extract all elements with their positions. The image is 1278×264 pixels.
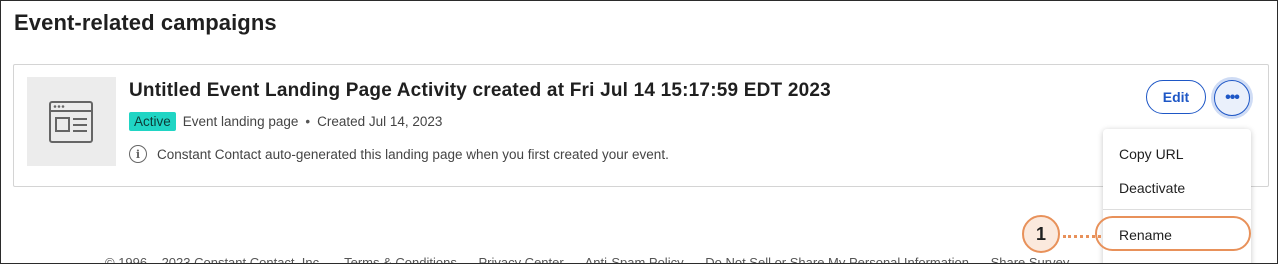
menu-divider [1103, 209, 1251, 210]
page-frame: Event-related campaigns Untitled Event L… [0, 0, 1278, 264]
footer-link-survey[interactable]: Share Survey [991, 255, 1070, 263]
campaign-meta: Active Event landing page • Created Jul … [129, 110, 442, 132]
campaign-type: Event landing page [182, 113, 299, 129]
footer: © 1996 – 2023 Constant Contact, Inc. Ter… [105, 255, 1087, 264]
section-title: Event-related campaigns [14, 10, 277, 35]
info-icon: i [129, 145, 147, 163]
campaign-title[interactable]: Untitled Event Landing Page Activity cre… [129, 80, 831, 102]
info-text: Constant Contact auto-generated this lan… [157, 146, 669, 162]
created-date: Created Jul 14, 2023 [317, 113, 443, 129]
landing-page-icon [49, 101, 93, 143]
footer-link-terms[interactable]: Terms & Conditions [344, 255, 457, 263]
info-note: i Constant Contact auto-generated this l… [129, 145, 669, 163]
footer-link-antispam[interactable]: Anti-Spam Policy [585, 255, 684, 263]
status-badge: Active [129, 111, 176, 131]
footer-link-privacy[interactable]: Privacy Center [478, 255, 563, 263]
menu-item-copy-url[interactable]: Copy URL [1119, 146, 1184, 162]
menu-item-deactivate[interactable]: Deactivate [1119, 180, 1185, 196]
footer-copyright: © 1996 – 2023 Constant Contact, Inc. [105, 255, 323, 264]
more-actions-button[interactable]: ••• [1214, 80, 1250, 116]
rename-highlight [1095, 216, 1251, 251]
meta-separator: • [305, 113, 311, 129]
more-icon: ••• [1225, 89, 1240, 106]
campaign-card: Untitled Event Landing Page Activity cre… [13, 64, 1269, 187]
footer-link-do-not-sell[interactable]: Do Not Sell or Share My Personal Informa… [705, 255, 969, 263]
campaign-thumbnail [27, 77, 116, 166]
step-callout: 1 [1022, 215, 1060, 253]
edit-button[interactable]: Edit [1146, 80, 1206, 114]
callout-connector [1063, 235, 1101, 238]
